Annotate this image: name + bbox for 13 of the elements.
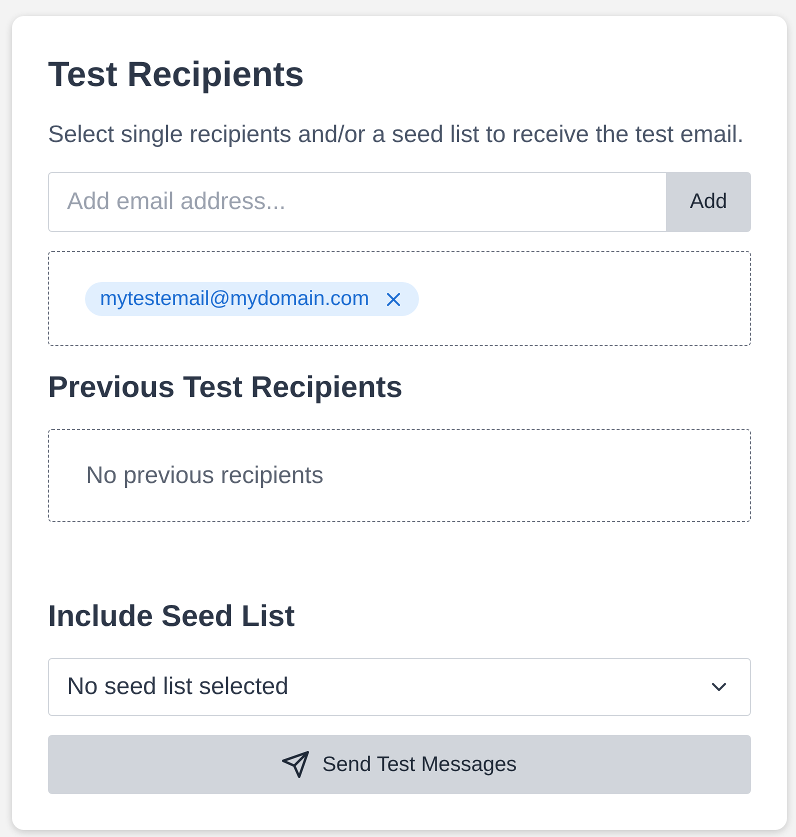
description-text: Select single recipients and/or a seed list to receive the test email. xyxy=(48,120,745,150)
send-icon xyxy=(282,751,310,778)
recipient-email: mytestemail@mydomain.com xyxy=(100,287,370,311)
seed-list-select[interactable]: No seed list selected xyxy=(48,658,751,716)
empty-state-text: No previous recipients xyxy=(86,462,324,490)
section-heading: Include Seed List xyxy=(48,599,296,635)
card-title: Test Recipients xyxy=(48,55,306,95)
section-heading: Previous Test Recipients xyxy=(48,370,404,406)
chevron-down-icon xyxy=(712,683,726,691)
close-icon[interactable] xyxy=(387,292,400,306)
send-test-messages-button[interactable]: Send Test Messages xyxy=(48,735,751,794)
add-button[interactable]: Add xyxy=(666,172,751,232)
email-input-field[interactable]: Add email address... xyxy=(48,172,666,232)
